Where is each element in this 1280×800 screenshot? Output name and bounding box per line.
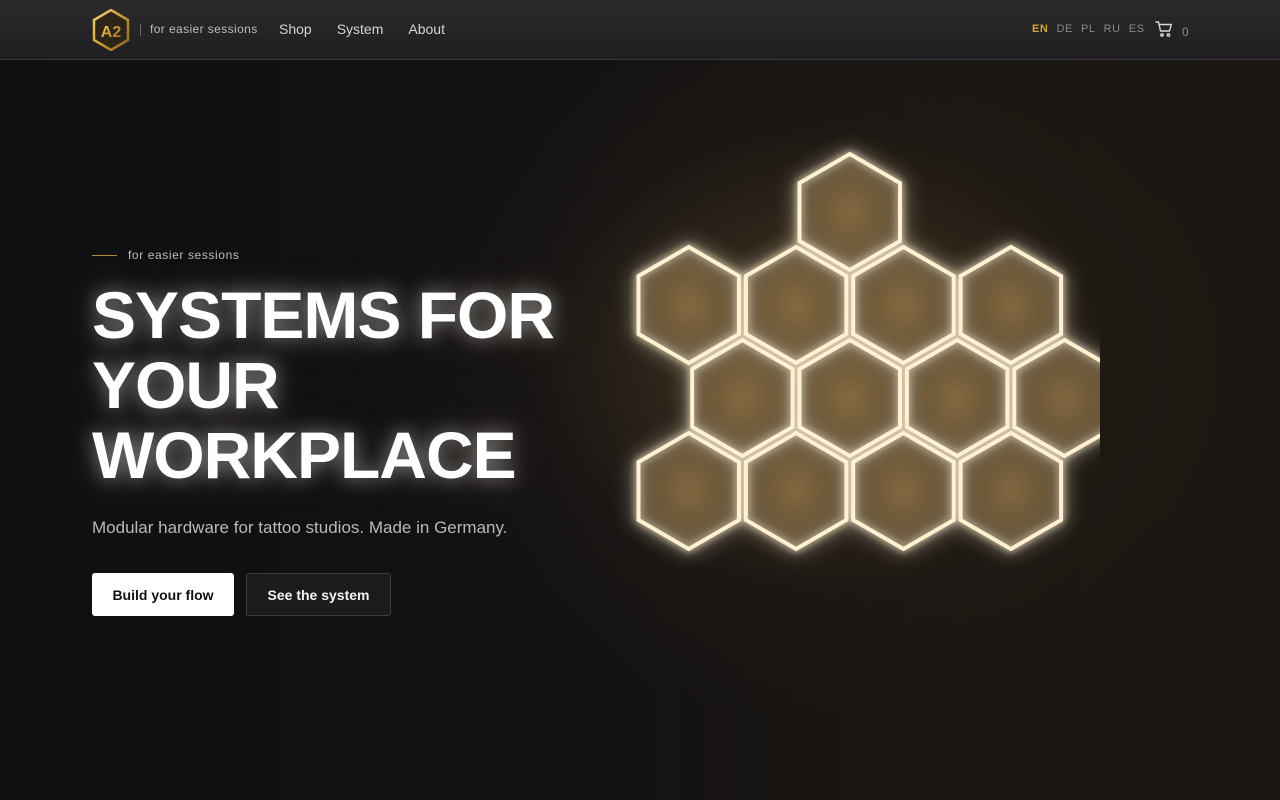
nav-shop[interactable]: Shop — [279, 21, 312, 37]
hexagon-light-5 — [958, 244, 1064, 366]
hexagon-light-7 — [797, 337, 902, 459]
header-tagline: for easier sessions — [150, 22, 258, 36]
build-your-flow-button[interactable]: Build your flow — [92, 573, 234, 616]
hexagon-light-6 — [690, 337, 795, 459]
hexagon-light-4 — [851, 244, 956, 366]
hexagon-light-9 — [1012, 337, 1100, 459]
cart-icon — [1155, 20, 1173, 43]
language-switcher: EN DE PL RU ES — [1032, 23, 1145, 35]
hexagon-light-10 — [636, 430, 741, 552]
hexagon-light-1 — [797, 151, 902, 273]
top-navigation-bar: A2 for easier sessions Shop System About… — [0, 0, 1280, 60]
hexagon-light-3 — [743, 244, 849, 366]
cart-count: 0 — [1182, 24, 1189, 39]
headline-line-2: YOUR — [92, 348, 280, 422]
a2-logo-icon[interactable]: A2 — [92, 8, 130, 52]
lang-en[interactable]: EN — [1032, 23, 1048, 35]
main-nav: Shop System About — [279, 21, 445, 37]
see-the-system-button[interactable]: See the system — [246, 573, 391, 616]
cart-button[interactable]: 0 — [1155, 20, 1189, 43]
page: A2 for easier sessions Shop System About… — [0, 0, 1280, 800]
hexagon-light-12 — [851, 430, 956, 552]
hero-subline: Modular hardware for tattoo studios. Mad… — [92, 518, 508, 537]
hexagon-light-13 — [958, 430, 1064, 552]
hero-headline: SYSTEMS FOR YOUR WORKPLACE — [92, 280, 652, 490]
lang-de[interactable]: DE — [1056, 23, 1072, 35]
nav-about[interactable]: About — [408, 21, 445, 37]
headline-line-1: SYSTEMS FOR — [92, 278, 555, 352]
hero-eyebrow: for easier sessions — [92, 248, 239, 262]
hexagon-light-8 — [904, 337, 1010, 459]
lang-pl[interactable]: PL — [1081, 23, 1096, 35]
lang-ru[interactable]: RU — [1104, 23, 1121, 35]
hexagon-light-11 — [743, 430, 849, 552]
headline-line-3: WORKPLACE — [92, 418, 517, 492]
lang-es[interactable]: ES — [1129, 23, 1145, 35]
eyebrow-line — [92, 254, 117, 256]
logo-divider — [140, 24, 141, 36]
svg-text:A2: A2 — [101, 24, 122, 41]
eyebrow-text: for easier sessions — [128, 248, 240, 262]
nav-system[interactable]: System — [337, 21, 384, 37]
hexagon-light-2 — [636, 244, 741, 366]
